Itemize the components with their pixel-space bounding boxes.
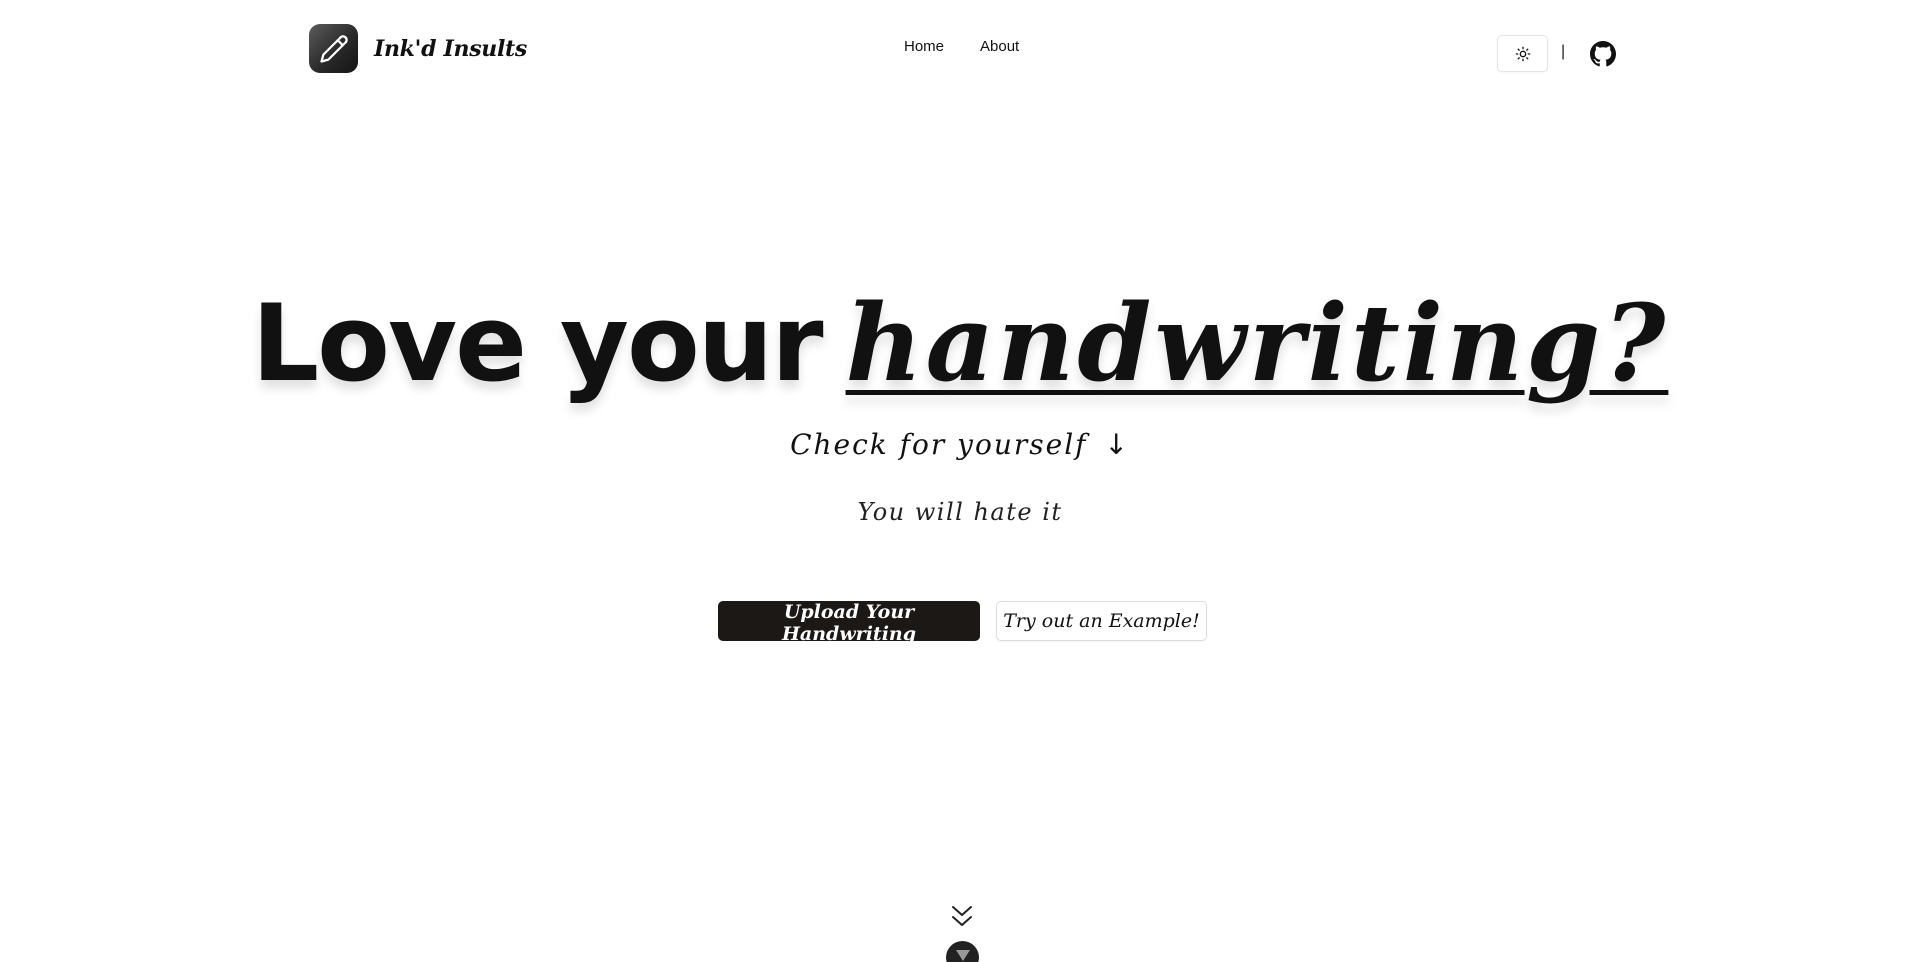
scroll-down-button[interactable]	[946, 941, 979, 962]
page: Ink'd Insults Home About | Love your hand…	[0, 0, 1920, 962]
chevron-down-icon	[955, 950, 970, 961]
brand-name: Ink'd Insults	[374, 35, 527, 62]
double-chevron-down-icon	[952, 906, 972, 926]
arrow-down-icon: ↓	[1104, 428, 1130, 461]
brand-link[interactable]: Ink'd Insults	[309, 24, 527, 73]
github-icon	[1590, 41, 1616, 67]
hero-title-accent: handwriting?	[845, 280, 1669, 405]
hero-title: Love your handwriting?	[0, 280, 1920, 405]
theme-toggle-button[interactable]	[1497, 35, 1548, 72]
github-link[interactable]	[1590, 41, 1616, 72]
header-separator: |	[1561, 43, 1566, 60]
try-example-button[interactable]: Try out an Example!	[996, 601, 1207, 641]
pencil-icon	[319, 34, 348, 63]
logo	[309, 24, 358, 73]
hero-subtitle: Check for yourself ↓	[0, 428, 1920, 461]
nav-home-link[interactable]: Home	[904, 38, 944, 55]
hero-subtitle-text: Check for yourself	[790, 428, 1088, 461]
scroll-down-indicator[interactable]	[951, 904, 973, 933]
main-nav: Home About	[904, 38, 1055, 55]
upload-handwriting-button[interactable]: Upload Your Handwriting	[718, 601, 980, 645]
header: Ink'd Insults Home About |	[0, 0, 1920, 100]
hero-tagline: You will hate it	[857, 498, 1063, 526]
sun-icon	[1515, 46, 1530, 61]
hero-title-plain: Love your	[251, 282, 824, 405]
nav-about-link[interactable]: About	[980, 38, 1019, 55]
